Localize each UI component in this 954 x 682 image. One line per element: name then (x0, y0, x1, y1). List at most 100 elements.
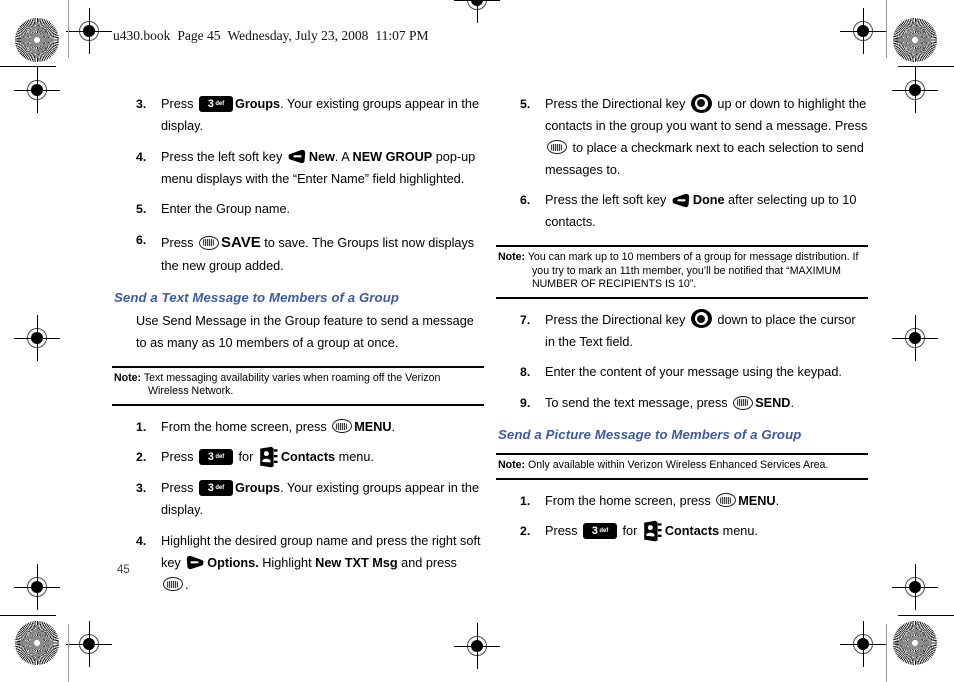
left-soft-key-icon (672, 193, 690, 208)
note-max-recipients: Note: You can mark up to 10 members of a… (496, 245, 868, 299)
trim-line-bottom-left (68, 624, 69, 682)
note-enhanced-services-area: Note: Only available within Verizon Wire… (496, 453, 868, 480)
left-column: 3. Press 3 def Groups. Your existing groups… (112, 94, 484, 606)
crosshair-mark-top-left (66, 8, 112, 54)
header-time: 11:07 PM (375, 28, 429, 43)
trim-edge-bottom-right (898, 615, 954, 616)
directional-key-icon (690, 309, 712, 329)
keypad-3-def-key-icon: 3 def (582, 523, 617, 540)
step-emphasis: New TXT Msg (315, 555, 398, 570)
note-text-messaging-roaming: Note: Text messaging availability varies… (112, 365, 484, 406)
key-digit: 3 (207, 481, 214, 494)
step-number: 6. (136, 233, 147, 248)
left-soft-key-icon (288, 149, 306, 164)
right-soft-key-icon (186, 555, 204, 570)
step-number: 7. (520, 312, 531, 327)
header-date: Wednesday, July 23, 2008 (227, 28, 369, 43)
step-number: 9. (520, 396, 531, 411)
trim-line-top-left (68, 0, 69, 58)
key-letters: def (599, 528, 609, 535)
ok-key-icon (163, 577, 183, 592)
page-header-slug: u430.book Page 45 Wednesday, July 23, 2008… (113, 28, 429, 44)
step-number: 4. (136, 534, 147, 549)
step-emphasis: SEND (755, 396, 791, 411)
step-number: 8. (520, 365, 531, 380)
ok-key-icon (547, 140, 567, 155)
trim-line-top-right (886, 0, 887, 58)
key-letters: def (215, 484, 225, 491)
key-letters: def (215, 100, 225, 107)
keypad-3-def-key-icon: 3 def (198, 449, 233, 466)
contacts-book-icon (643, 520, 662, 542)
note-label: Note: (114, 371, 142, 384)
key-digit: 3 (207, 451, 214, 464)
section-heading-send-text-message: Send a Text Message to Members of a Grou… (114, 289, 400, 305)
step-item: 5. Enter the Group name. (112, 199, 484, 221)
rosette-mark-bottom-right (893, 621, 937, 665)
crosshair-mark-left-middle (14, 315, 60, 361)
left-steps-continued: 3. Press 3 def Groups. Your existing groups… (112, 94, 484, 278)
contacts-book-icon (259, 446, 278, 468)
step-item: 9. To send the text message, press SEND. (496, 393, 868, 415)
trim-edge-top-left (0, 66, 56, 67)
page-number-folio: 45 (117, 564, 130, 576)
right-steps-middle: 7. Press the Directional key down to plac… (496, 309, 868, 415)
ok-key-icon (733, 395, 754, 410)
step-item: 3. Press 3 def Groups. Your existing groups… (112, 94, 484, 138)
step-item: 6. Press SAVE to save. The Groups list no… (112, 230, 484, 278)
step-emphasis: New (308, 149, 335, 164)
header-filename: u430.book (113, 28, 171, 43)
step-item: 2. Press 3 def for Contacts menu. (112, 446, 484, 469)
trim-edge-bottom-left (0, 615, 56, 616)
crosshair-mark-top-right (840, 8, 886, 54)
step-number: 4. (136, 149, 147, 164)
crosshair-mark-right-middle (892, 315, 938, 361)
keypad-3-def-key-icon: 3 def (198, 95, 233, 112)
note-label: Note: (498, 459, 526, 472)
step-item: 4. Highlight the desired group name and p… (112, 531, 484, 597)
step-emphasis: Done (692, 193, 725, 208)
step-emphasis: Contacts (664, 524, 720, 539)
right-steps-bottom: 1. From the home screen, press MENU. 2. Pre… (496, 491, 868, 544)
header-pagenum: Page 45 (177, 28, 221, 43)
step-item: 3. Press 3 def Groups. Your existing groups… (112, 478, 484, 522)
section-heading-send-picture-message: Send a Picture Message to Members of a G… (498, 427, 802, 443)
step-number: 5. (136, 202, 147, 217)
step-number: 6. (520, 193, 531, 208)
trim-edge-top-right (898, 66, 954, 67)
crosshair-mark-top-center (454, 0, 500, 23)
step-emphasis: Contacts (280, 450, 336, 465)
ok-key-icon (332, 419, 353, 434)
ok-key-icon (198, 235, 219, 250)
step-item: 7. Press the Directional key down to plac… (496, 309, 868, 354)
step-item: 5. Press the Directional key up or down t… (496, 93, 868, 181)
step-emphasis-large: SAVE (220, 234, 261, 252)
step-item: 4. Press the left soft key New. A NEW GRO… (112, 147, 484, 191)
crosshair-mark-left-lower (14, 564, 60, 610)
right-column: 5. Press the Directional key up or down t… (496, 93, 868, 552)
step-number: 5. (520, 97, 531, 111)
keypad-3-def-key-icon: 3 def (198, 479, 233, 496)
step-emphasis: MENU (738, 493, 776, 508)
note-text: Only available within Verizon Wireless E… (528, 459, 829, 472)
crosshair-mark-right-lower (892, 564, 938, 610)
crosshair-mark-bottom-left (66, 621, 112, 667)
note-text: Text messaging availability varies when … (143, 371, 441, 398)
ok-key-icon (716, 493, 737, 508)
intro-paragraph-text-message: Use Send Message in the Group feature to… (136, 313, 474, 350)
step-emphasis: NEW GROUP (352, 149, 433, 164)
key-digit: 3 (591, 525, 598, 538)
step-number: 3. (136, 97, 147, 111)
step-emphasis: Groups (234, 97, 281, 111)
crosshair-mark-bottom-center (454, 623, 500, 669)
left-steps-list: 1. From the home screen, press MENU. 2. Pre… (112, 417, 484, 597)
step-item: 8. Enter the content of your message usin… (496, 362, 868, 384)
crosshair-mark-right-upper (892, 67, 938, 113)
directional-key-icon (690, 93, 712, 113)
key-digit: 3 (207, 97, 214, 110)
step-number: 1. (136, 419, 147, 434)
note-text: You can mark up to 10 members of a group… (527, 251, 859, 291)
step-item: 1. From the home screen, press MENU. (496, 491, 868, 513)
step-emphasis: Groups (234, 481, 281, 496)
key-letters: def (215, 454, 225, 461)
